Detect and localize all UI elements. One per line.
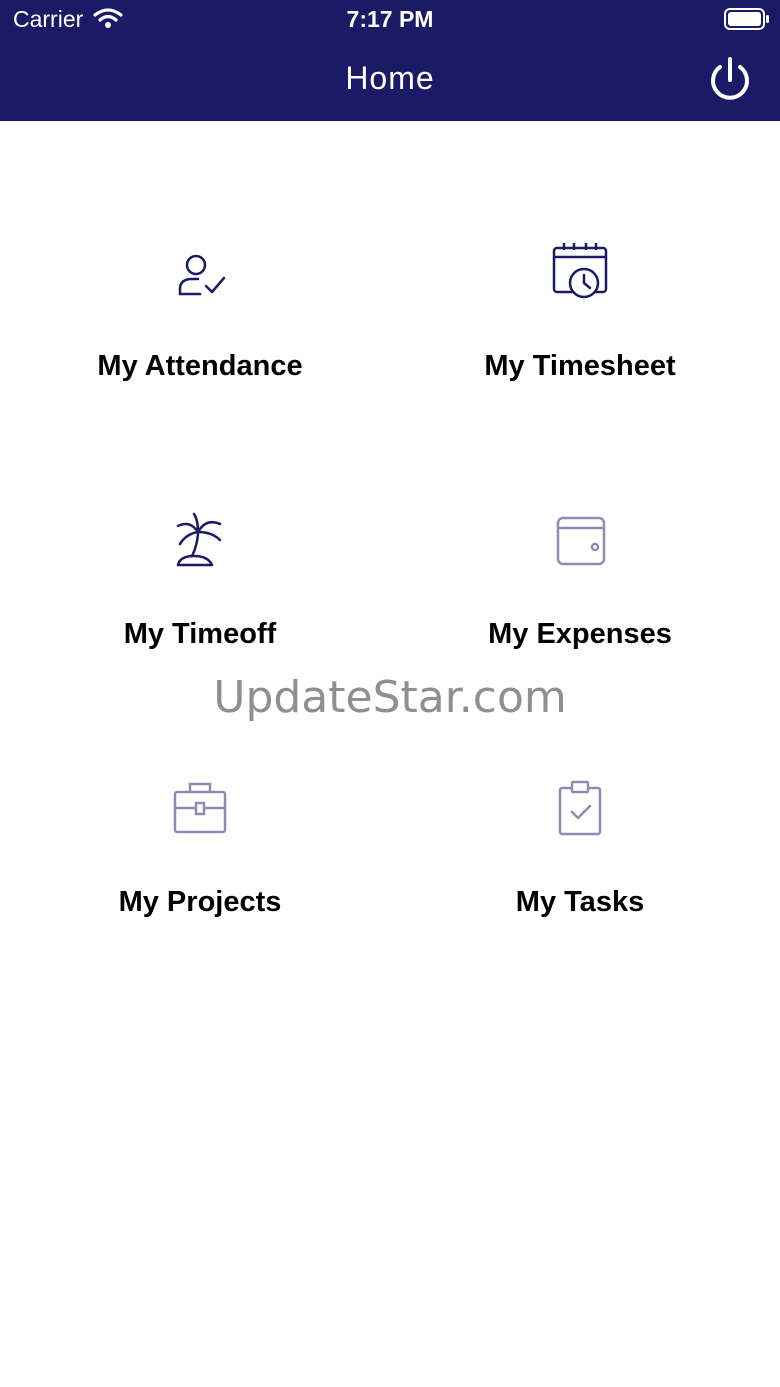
palm-tree-icon xyxy=(176,512,222,567)
menu-item-attendance[interactable]: My Attendance xyxy=(5,242,395,482)
watermark-text: UpdateStar.com xyxy=(213,672,567,723)
menu-item-label: My Timeoff xyxy=(123,618,277,650)
calendar-clock-icon xyxy=(552,243,608,299)
briefcase-icon xyxy=(173,782,227,834)
clipboard-check-icon xyxy=(558,780,602,836)
user-check-icon xyxy=(178,254,226,296)
menu-item-label: My Projects xyxy=(118,886,282,918)
menu-item-tasks[interactable]: My Tasks xyxy=(385,778,775,1018)
menu-item-label: My Attendance xyxy=(97,350,303,382)
status-bar: Carrier 7:17 PM xyxy=(0,0,780,40)
power-icon[interactable] xyxy=(705,55,755,105)
battery-icon xyxy=(724,8,769,30)
wallet-icon xyxy=(556,516,606,566)
menu-item-projects[interactable]: My Projects xyxy=(5,778,395,1018)
clock-time: 7:17 PM xyxy=(346,6,434,32)
menu-item-label: My Timesheet xyxy=(484,350,676,382)
menu-item-label: My Expenses xyxy=(488,618,672,650)
menu-item-timesheet[interactable]: My Timesheet xyxy=(385,242,775,482)
menu-item-label: My Tasks xyxy=(515,886,645,918)
header-bar: Carrier 7:17 PM Home xyxy=(0,0,780,121)
page-title: Home xyxy=(345,60,435,96)
